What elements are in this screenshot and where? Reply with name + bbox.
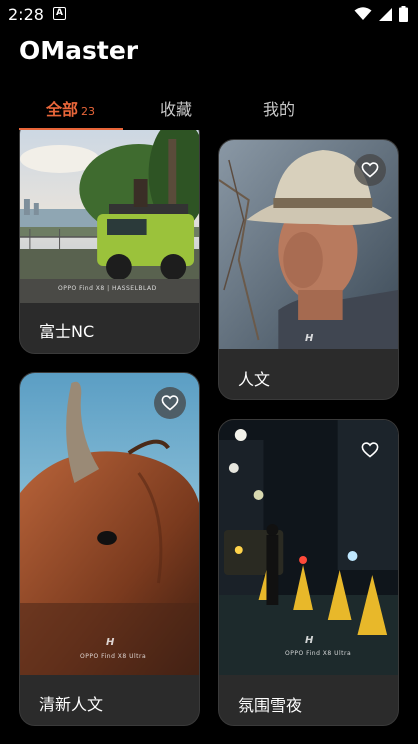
photo-watermark: OPPO Find X8 | HASSELBLAD: [58, 285, 157, 292]
photo-watermark: H: [305, 333, 314, 344]
status-bar: 2:28 A: [0, 0, 418, 30]
tab-favorites[interactable]: 收藏: [160, 96, 192, 120]
photo-watermark: OPPO Find X8 Ultra: [80, 653, 147, 660]
preset-card[interactable]: H OPPO Find X8 Ultra 清新人文: [19, 372, 200, 726]
status-icons: [354, 6, 408, 22]
favorite-button[interactable]: [354, 434, 386, 466]
preset-card[interactable]: H OPPO Find X8 Ultra 氛围雪夜: [218, 419, 399, 726]
app-title: OMaster: [19, 36, 139, 65]
battery-icon: [399, 6, 408, 22]
status-time: 2:28: [8, 5, 44, 24]
preset-feed[interactable]: OPPO Find X8 | HASSELBLAD 富士NC H 人文 H OP…: [0, 130, 418, 744]
favorite-button[interactable]: [154, 387, 186, 419]
preset-name: 清新人文: [39, 695, 104, 714]
heart-outline-icon: [161, 395, 179, 411]
wifi-icon: [354, 7, 372, 20]
heart-outline-icon: [361, 162, 379, 178]
tab-favorites-label: 收藏: [160, 100, 193, 119]
preset-card[interactable]: H 人文: [218, 139, 399, 400]
preset-name: 人文: [238, 370, 271, 389]
preset-name: 富士NC: [39, 322, 95, 341]
photo-watermark: OPPO Find X8 Ultra: [285, 650, 352, 657]
preset-photo: OPPO Find X8 | HASSELBLAD: [20, 130, 199, 303]
photo-watermark-logo: H: [106, 637, 115, 648]
tab-mine-label: 我的: [263, 100, 296, 119]
preset-name: 氛围雪夜: [238, 696, 303, 715]
tab-all[interactable]: 全部 23: [46, 96, 95, 120]
tab-all-label: 全部: [46, 100, 79, 119]
favorite-button[interactable]: [354, 154, 386, 186]
preset-card[interactable]: OPPO Find X8 | HASSELBLAD 富士NC: [19, 130, 200, 354]
cellular-signal-icon: [379, 7, 392, 21]
photo-watermark-logo: H: [305, 635, 314, 646]
tab-all-count: 23: [81, 105, 96, 118]
tab-bar: 全部 23 收藏 我的: [0, 88, 418, 130]
heart-outline-icon: [361, 442, 379, 458]
notification-icon: A: [53, 7, 66, 20]
tab-mine[interactable]: 我的: [263, 96, 295, 120]
